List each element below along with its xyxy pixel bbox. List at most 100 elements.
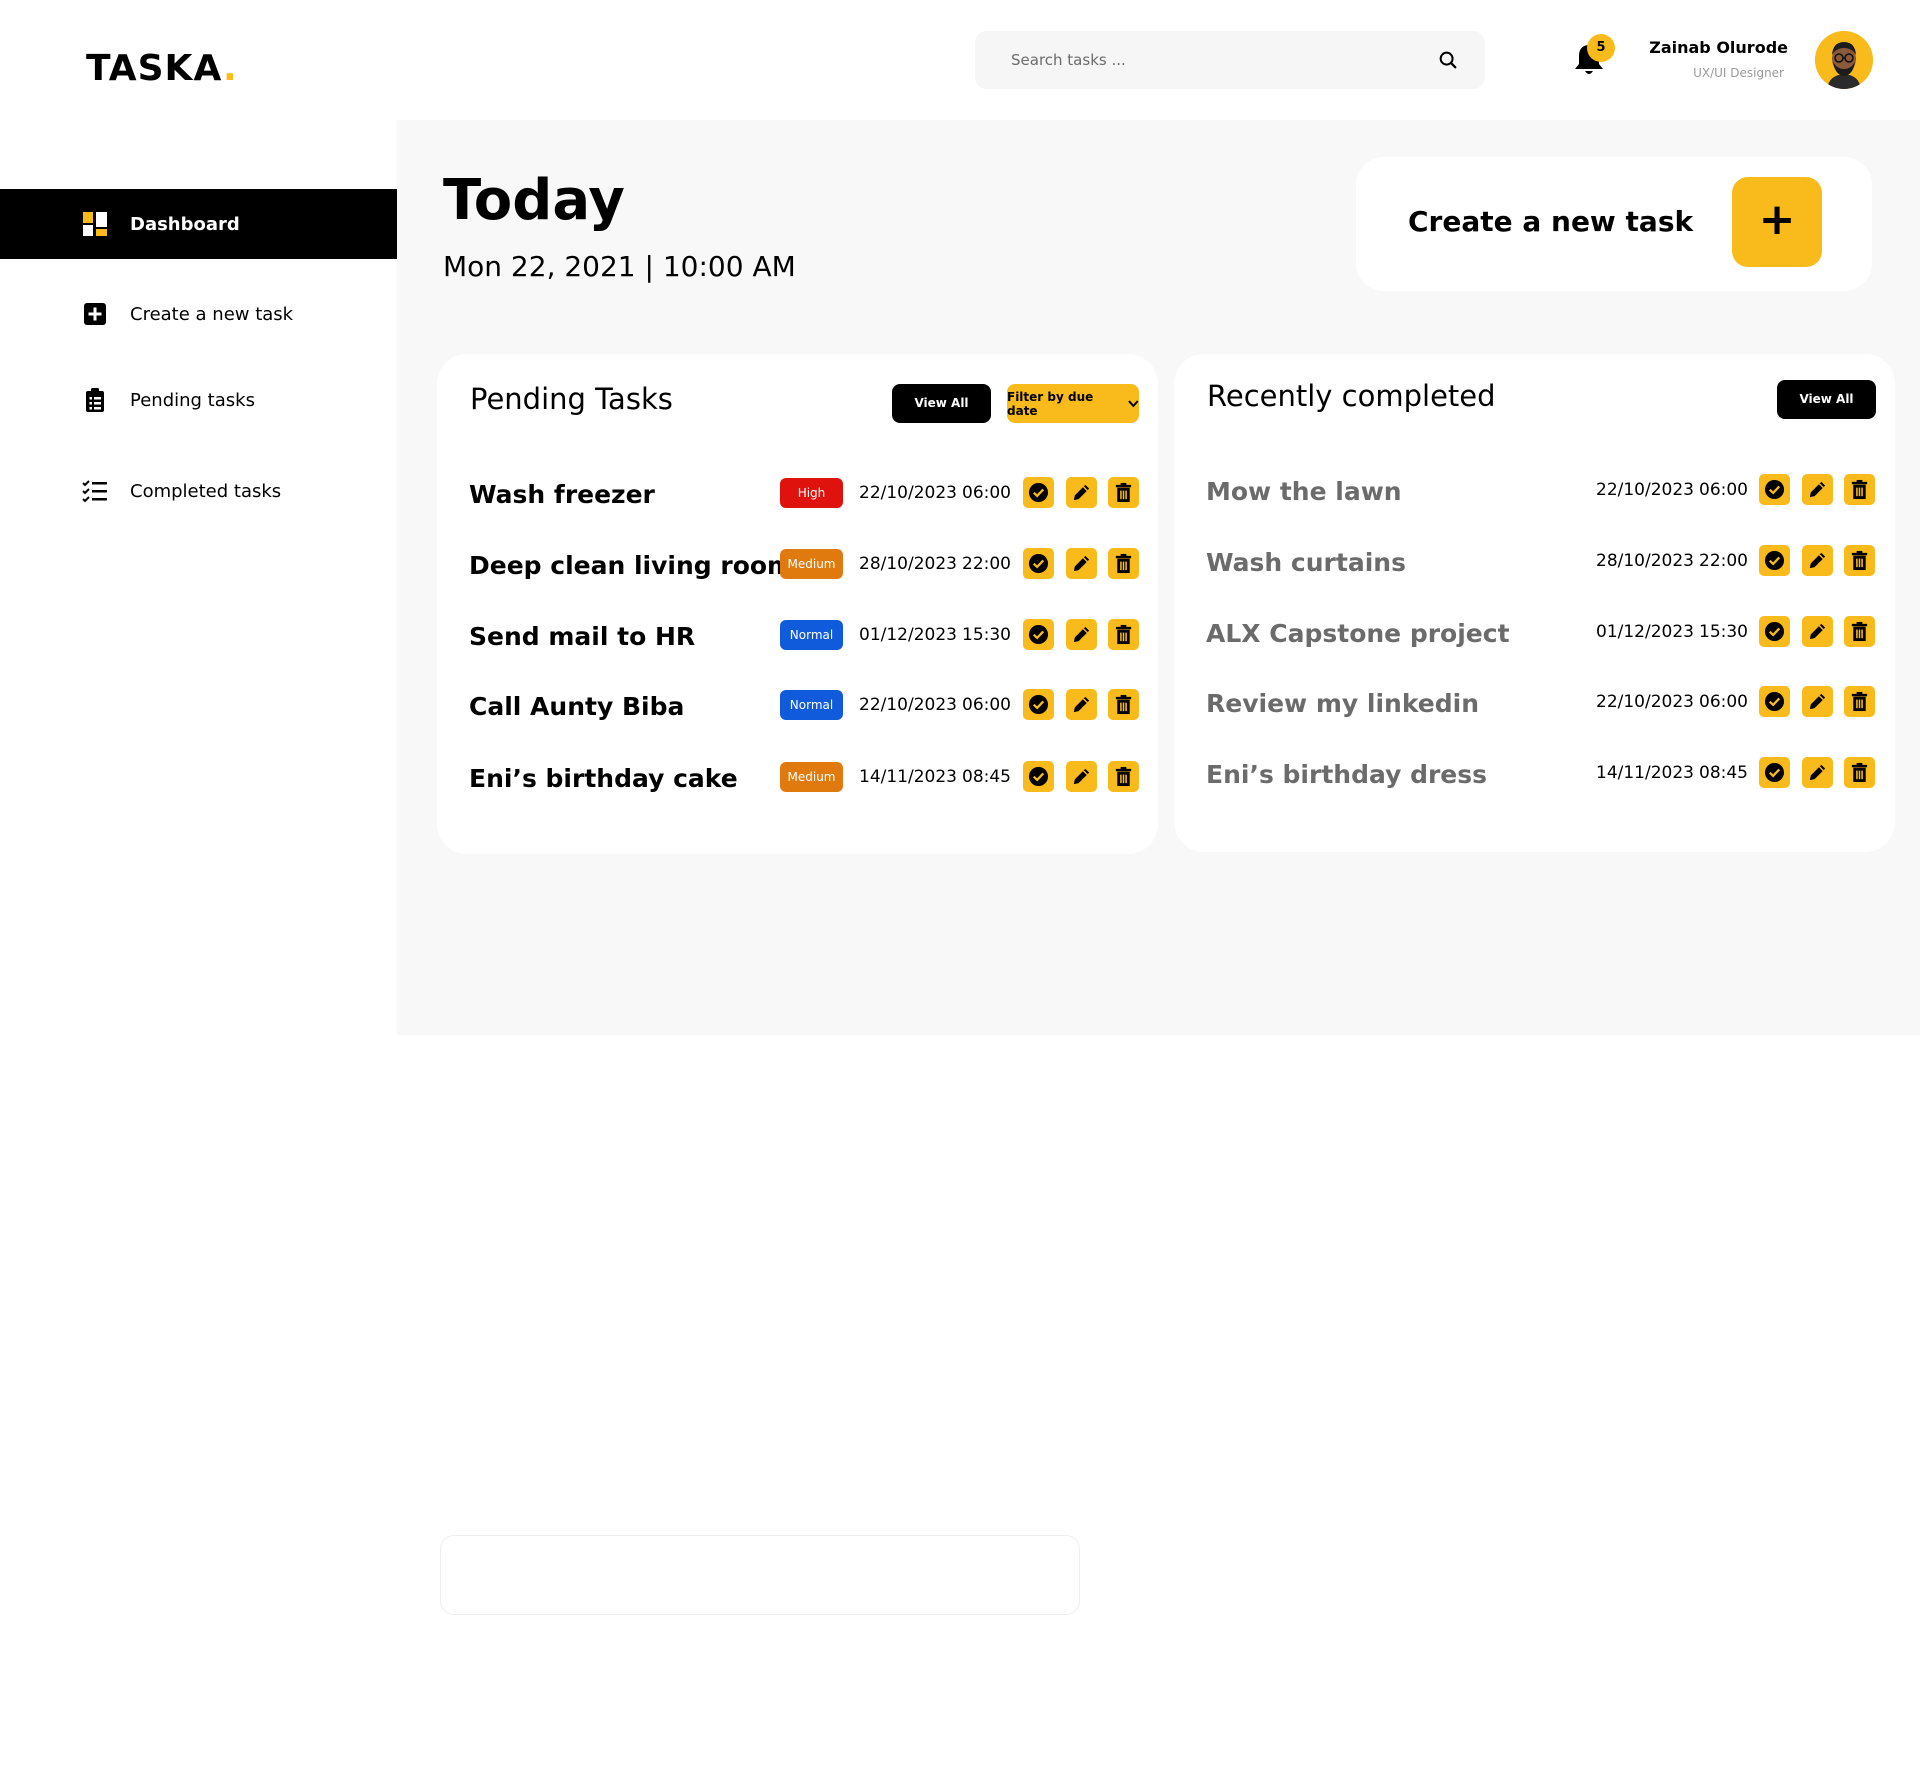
dashboard-icon	[83, 212, 107, 236]
completed-time: 06:00	[1699, 480, 1748, 500]
task-name[interactable]: Eni’s birthday dress	[1206, 760, 1487, 789]
filter-label: Filter by due date	[1007, 389, 1094, 418]
app-logo[interactable]: TASKA.	[86, 48, 238, 89]
task-name[interactable]: Eni’s birthday cake	[469, 764, 738, 793]
edit-button[interactable]	[1066, 477, 1097, 508]
pencil-icon	[1809, 764, 1826, 781]
due-date: 22/10/2023	[859, 695, 957, 715]
filter-by-due-date-dropdown[interactable]: Filter by due date	[1007, 384, 1139, 423]
table-row: Call Aunty Biba Normal 22/10/2023 06:00	[437, 688, 1158, 728]
table-row: Wash curtains 28/10/2023 22:00	[1174, 544, 1895, 584]
sidebar-item-label: Completed tasks	[130, 480, 282, 502]
delete-button[interactable]	[1108, 689, 1139, 720]
complete-button[interactable]	[1023, 689, 1054, 720]
edit-button[interactable]	[1066, 548, 1097, 579]
due-date: 01/12/2023	[859, 625, 957, 645]
delete-button[interactable]	[1108, 761, 1139, 792]
delete-button[interactable]	[1108, 477, 1139, 508]
plus-square-icon	[84, 303, 106, 325]
due-time: 08:45	[962, 767, 1011, 787]
edit-button[interactable]	[1802, 686, 1833, 717]
table-row: ALX Capstone project 01/12/2023 15:30	[1174, 615, 1895, 655]
edit-button[interactable]	[1066, 761, 1097, 792]
check-icon	[1028, 694, 1049, 715]
completed-tasks-panel: Recently completed View All Mow the lawn…	[1174, 354, 1895, 852]
pending-tasks-panel: Pending Tasks View All Filter by due dat…	[437, 354, 1158, 854]
delete-button[interactable]	[1108, 619, 1139, 650]
completed-date: 01/12/2023	[1596, 622, 1694, 642]
task-name[interactable]: ALX Capstone project	[1206, 619, 1510, 648]
check-icon	[1764, 550, 1785, 571]
task-name[interactable]: Wash curtains	[1206, 548, 1406, 577]
sidebar-item-dashboard[interactable]: Dashboard	[0, 189, 397, 259]
trash-icon	[1115, 766, 1132, 787]
delete-button[interactable]	[1108, 548, 1139, 579]
table-row: Eni’s birthday cake Medium 14/11/2023 08:45	[437, 760, 1158, 800]
create-task-button[interactable]: +	[1732, 177, 1822, 267]
complete-button[interactable]	[1023, 548, 1054, 579]
edit-button[interactable]	[1802, 474, 1833, 505]
search-input[interactable]: Search tasks ...	[1011, 51, 1126, 69]
edit-button[interactable]	[1066, 689, 1097, 720]
trash-icon	[1851, 691, 1868, 712]
user-role: UX/UI Designer	[1693, 66, 1784, 80]
search-bar[interactable]: Search tasks ...	[975, 31, 1485, 89]
logo-dot: .	[222, 48, 238, 89]
task-name[interactable]: Wash freezer	[469, 480, 655, 509]
complete-button[interactable]	[1759, 686, 1790, 717]
check-icon	[1028, 624, 1049, 645]
current-date: Mon 22, 2021 | 10:00 AM	[443, 250, 796, 283]
task-name[interactable]: Review my linkedin	[1206, 689, 1479, 718]
pencil-icon	[1809, 693, 1826, 710]
complete-button[interactable]	[1023, 761, 1054, 792]
sidebar-item-pending-tasks[interactable]: Pending tasks	[0, 365, 397, 435]
complete-button[interactable]	[1759, 616, 1790, 647]
edit-button[interactable]	[1066, 619, 1097, 650]
avatar[interactable]	[1815, 31, 1873, 89]
edit-button[interactable]	[1802, 616, 1833, 647]
table-row: Mow the lawn 22/10/2023 06:00	[1174, 473, 1895, 513]
completed-tasks-title: Recently completed	[1207, 379, 1496, 413]
sidebar-item-create-task[interactable]: Create a new task	[0, 279, 397, 349]
complete-button[interactable]	[1023, 477, 1054, 508]
delete-button[interactable]	[1844, 545, 1875, 576]
table-row: Deep clean living room Medium 28/10/2023 22…	[437, 547, 1158, 587]
task-name[interactable]: Deep clean living room	[469, 551, 793, 580]
completed-view-all-button[interactable]: View All	[1777, 380, 1876, 419]
trash-icon	[1115, 624, 1132, 645]
complete-button[interactable]	[1759, 474, 1790, 505]
check-icon	[1764, 691, 1785, 712]
trash-icon	[1115, 694, 1132, 715]
edit-button[interactable]	[1802, 545, 1833, 576]
completed-date: 28/10/2023	[1596, 551, 1694, 571]
delete-button[interactable]	[1844, 616, 1875, 647]
pencil-icon	[1073, 626, 1090, 643]
complete-button[interactable]	[1023, 619, 1054, 650]
sidebar-item-completed-tasks[interactable]: Completed tasks	[0, 456, 397, 526]
complete-button[interactable]	[1759, 757, 1790, 788]
avatar-illustration	[1815, 31, 1873, 89]
empty-card	[440, 1535, 1080, 1615]
task-name[interactable]: Call Aunty Biba	[469, 692, 684, 721]
delete-button[interactable]	[1844, 757, 1875, 788]
pending-view-all-button[interactable]: View All	[892, 384, 991, 423]
logo-text: TASKA	[86, 48, 223, 89]
task-name[interactable]: Send mail to HR	[469, 622, 695, 651]
trash-icon	[1851, 621, 1868, 642]
completed-time: 22:00	[1699, 551, 1748, 571]
completed-date: 22/10/2023	[1596, 692, 1694, 712]
priority-badge: Normal	[780, 620, 843, 650]
table-row: Review my linkedin 22/10/2023 06:00	[1174, 685, 1895, 725]
edit-button[interactable]	[1802, 757, 1833, 788]
create-task-card[interactable]: Create a new task +	[1356, 157, 1872, 291]
sidebar-item-label: Create a new task	[130, 303, 294, 325]
complete-button[interactable]	[1759, 545, 1790, 576]
trash-icon	[1115, 553, 1132, 574]
pencil-icon	[1073, 696, 1090, 713]
delete-button[interactable]	[1844, 474, 1875, 505]
task-name[interactable]: Mow the lawn	[1206, 477, 1402, 506]
check-icon	[1764, 621, 1785, 642]
priority-badge: Medium	[780, 762, 843, 792]
delete-button[interactable]	[1844, 686, 1875, 717]
search-icon[interactable]	[1437, 49, 1459, 71]
